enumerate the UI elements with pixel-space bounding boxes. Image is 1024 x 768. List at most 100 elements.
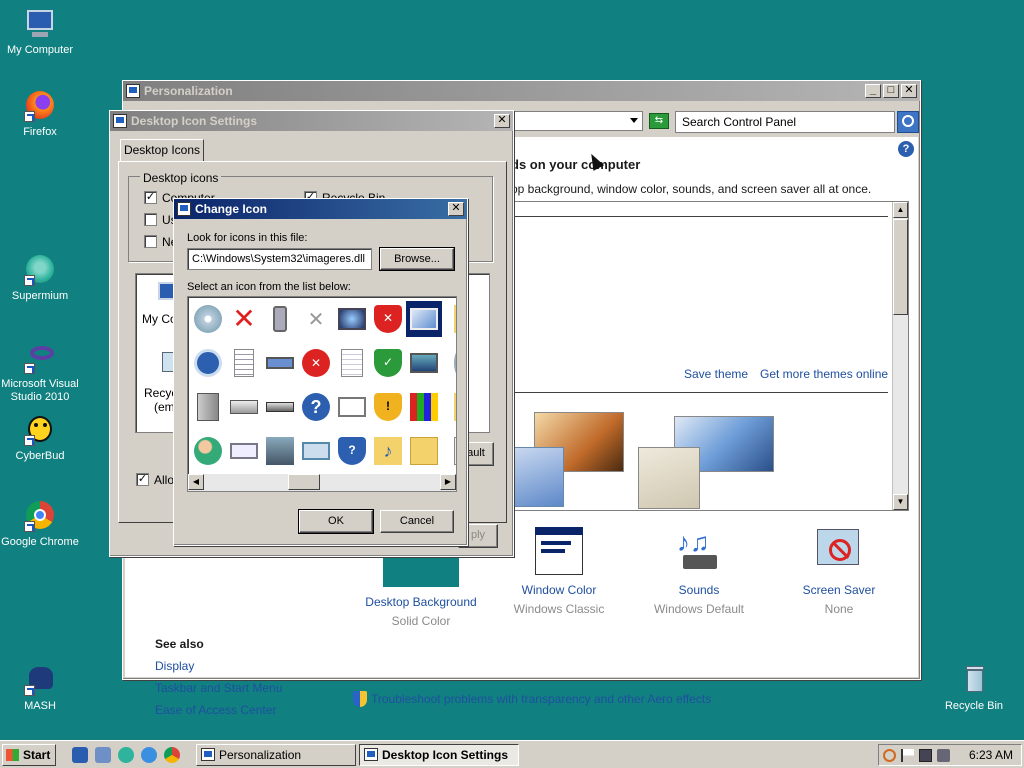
help-icon[interactable]: ? [298, 389, 334, 425]
shield-red-icon[interactable]: ✕ [370, 301, 406, 337]
network-icon[interactable] [919, 749, 932, 762]
folder-icon[interactable] [442, 389, 456, 425]
users-files-checkbox[interactable] [144, 213, 157, 226]
settings-dial-icon[interactable] [190, 345, 226, 381]
minimize-button[interactable]: _ [865, 84, 881, 98]
window-color-item[interactable]: Window Color Windows Classic [499, 527, 619, 616]
show-desktop-icon[interactable] [72, 747, 88, 763]
taskbar-button-desktop-icon-settings[interactable]: Desktop Icon Settings [359, 744, 519, 766]
cd-icon[interactable] [190, 301, 226, 337]
sounds-item[interactable]: ♪♫ Sounds Windows Default [639, 527, 759, 616]
computer-checkbox[interactable]: ✓ [144, 191, 157, 204]
blank-page-icon[interactable] [334, 345, 370, 381]
documents-folder-icon[interactable] [406, 433, 442, 469]
scroll-thumb[interactable] [288, 474, 320, 490]
scanner-icon[interactable] [262, 389, 298, 425]
desktop-icon-visual-studio[interactable]: Microsoft Visual Studio 2010 [0, 342, 80, 404]
hard-drive-icon[interactable] [190, 389, 226, 425]
book-icon[interactable] [262, 433, 298, 469]
ease-of-access-link[interactable]: Ease of Access Center [155, 703, 282, 717]
taskbar-button-personalization[interactable]: Personalization [196, 744, 356, 766]
file-icon[interactable] [442, 433, 456, 469]
maximize-button[interactable]: □ [883, 84, 899, 98]
personalization-titlebar[interactable]: Personalization _ □ ✕ [123, 81, 920, 101]
supermium-icon[interactable] [118, 747, 134, 763]
scroll-right-arrow[interactable]: ▶ [440, 474, 456, 490]
folder-icon[interactable] [442, 301, 456, 337]
desktop-icon-chrome[interactable]: Google Chrome [0, 500, 80, 549]
window-frame-icon[interactable] [226, 433, 262, 469]
pda-icon[interactable] [262, 301, 298, 337]
ok-button[interactable]: OK [298, 509, 374, 534]
recycle-bin-icon [958, 664, 990, 696]
help-icon[interactable]: ? [898, 141, 914, 157]
users-icon[interactable] [190, 433, 226, 469]
volume-muted-icon[interactable] [937, 749, 950, 762]
tab-desktop-icons[interactable]: Desktop Icons [120, 139, 204, 161]
monitor-icon[interactable] [334, 301, 370, 337]
icon-grid-scrollbar[interactable]: ◀ ▶ [188, 474, 456, 491]
display-link[interactable]: Display [155, 659, 282, 673]
flag-icon[interactable] [901, 749, 914, 762]
start-button[interactable]: Start [2, 744, 56, 766]
desktop-icon-settings-titlebar[interactable]: Desktop Icon Settings ✕ [110, 111, 513, 131]
search-icon[interactable] [897, 111, 919, 133]
search-input[interactable]: Search Control Panel [675, 111, 895, 133]
error-x-icon[interactable]: ✕ [226, 301, 262, 337]
close-button[interactable]: ✕ [448, 202, 464, 216]
stop-icon[interactable]: ✕ [298, 345, 334, 381]
troubleshoot-link[interactable]: Troubleshoot problems with transparency … [371, 692, 711, 706]
more-themes-link[interactable]: Get more themes online [760, 367, 888, 381]
explorer-icon[interactable] [95, 747, 111, 763]
theme-thumbnail[interactable] [514, 447, 564, 507]
window-color-icon [535, 527, 583, 575]
scroll-up-arrow[interactable]: ▲ [893, 202, 908, 218]
gray-x-icon[interactable]: ✕ [298, 301, 334, 337]
shield-warning-icon[interactable]: ! [370, 389, 406, 425]
icon-file-input[interactable]: C:\Windows\System32\imageres.dll [187, 248, 372, 270]
themes-list[interactable]: Save theme Get more themes online ▲ ▼ [513, 201, 909, 511]
network-adapter-icon[interactable] [262, 345, 298, 381]
desktop-icon-mash[interactable]: MASH [0, 664, 80, 713]
taskbar: Start Personalization Desktop Icon Setti… [0, 740, 1024, 768]
shield-help-icon[interactable]: ? [334, 433, 370, 469]
music-folder-icon[interactable]: ♪ [370, 433, 406, 469]
allow-themes-checkbox[interactable]: ✓ [136, 473, 149, 486]
gear-icon[interactable] [442, 345, 456, 381]
desktop-background-icon [383, 555, 459, 587]
cancel-button[interactable]: Cancel [380, 510, 454, 533]
drive-icon[interactable] [226, 389, 262, 425]
theme-thumbnail[interactable] [638, 447, 700, 509]
close-button[interactable]: ✕ [901, 84, 917, 98]
desktop-monitor-icon[interactable] [406, 301, 442, 337]
icon-grid[interactable]: ✕ ✕ ✕ ✕ ✓ ? ! ? ♪ ◀ ▶ [187, 296, 457, 492]
desktop-icon-supermium[interactable]: Supermium [0, 254, 80, 303]
frame-icon[interactable] [298, 433, 334, 469]
browse-button[interactable]: Browse... [379, 247, 455, 271]
chrome-icon[interactable] [164, 747, 180, 763]
internet-explorer-icon[interactable] [141, 747, 157, 763]
desktop-icon-cyberbud[interactable]: CyberBud [0, 414, 80, 463]
search-icon[interactable] [883, 749, 896, 762]
taskbar-start-menu-link[interactable]: Taskbar and Start Menu [155, 681, 282, 695]
address-dropdown[interactable] [513, 111, 643, 131]
scroll-down-arrow[interactable]: ▼ [893, 494, 908, 510]
desktop-icon-recycle-bin[interactable]: Recycle Bin [934, 664, 1014, 713]
refresh-button[interactable]: ⇆ [649, 113, 669, 129]
scroll-thumb[interactable] [893, 219, 908, 315]
scroll-left-arrow[interactable]: ◀ [188, 474, 204, 490]
presentation-icon[interactable] [334, 389, 370, 425]
shield-check-icon[interactable]: ✓ [370, 345, 406, 381]
desktop-icon-my-computer[interactable]: My Computer [0, 8, 80, 57]
network-checkbox[interactable] [144, 235, 157, 248]
desktop-icon-firefox[interactable]: Firefox [0, 90, 80, 139]
change-icon-titlebar[interactable]: Change Icon ✕ [174, 199, 467, 219]
close-button[interactable]: ✕ [494, 114, 510, 128]
display-icon[interactable] [406, 345, 442, 381]
themes-scrollbar[interactable]: ▲ ▼ [892, 202, 908, 510]
software-box-icon[interactable] [406, 389, 442, 425]
document-icon[interactable] [226, 345, 262, 381]
clock[interactable]: 6:23 AM [969, 748, 1013, 762]
save-theme-link[interactable]: Save theme [684, 367, 748, 381]
screen-saver-item[interactable]: Screen Saver None [779, 527, 899, 616]
